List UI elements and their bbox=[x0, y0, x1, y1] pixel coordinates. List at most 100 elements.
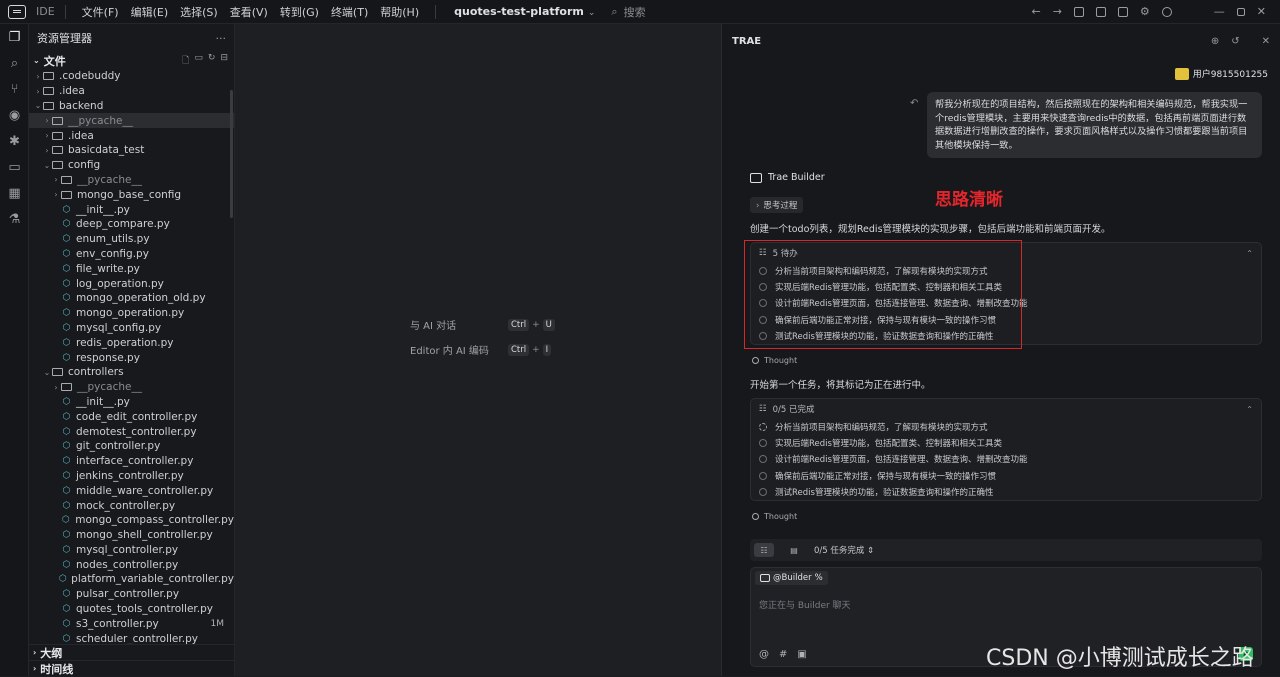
menu-bar: 文件(F) 编辑(E) 选择(S) 查看(V) 转到(G) 终端(T) 帮助(H… bbox=[76, 4, 425, 20]
search-icon[interactable]: ⌕ bbox=[0, 50, 29, 76]
menu-edit[interactable]: 编辑(E) bbox=[125, 4, 175, 20]
python-file-icon: ⬡ bbox=[62, 248, 71, 259]
tree-folder[interactable]: › basicdata_test bbox=[29, 143, 234, 158]
task-status-dropdown[interactable]: 0/5 任务完成 ⇕ bbox=[814, 544, 874, 556]
tree-folder[interactable]: ⌄ config bbox=[29, 158, 234, 173]
tree-file[interactable]: ⬡ platform_variable_controller.py bbox=[29, 572, 234, 587]
command-search[interactable]: ⌕ 搜索 bbox=[611, 4, 645, 20]
mention-icon[interactable]: @ bbox=[759, 649, 769, 660]
thinking-toggle[interactable]: › 思考过程 bbox=[750, 197, 804, 213]
tree-file[interactable]: ⬡ middle_ware_controller.py bbox=[29, 483, 234, 498]
tree-folder[interactable]: ⌄ controllers bbox=[29, 365, 234, 380]
undo-icon[interactable]: ↶ bbox=[910, 98, 918, 109]
refresh-icon[interactable]: ↻ bbox=[208, 53, 216, 69]
tree-file[interactable]: ⬡ file_write.py bbox=[29, 261, 234, 276]
tree-folder[interactable]: › __pycache__ bbox=[29, 173, 234, 188]
back-arrow-icon[interactable]: ← bbox=[1031, 5, 1040, 18]
menu-view[interactable]: 查看(V) bbox=[224, 4, 274, 20]
collapse-icon[interactable]: ⌃ bbox=[1246, 405, 1253, 414]
tree-file[interactable]: ⬡ nodes_controller.py bbox=[29, 557, 234, 572]
chevron-down-icon: ⌄ bbox=[43, 367, 51, 377]
tree-file[interactable]: ⬡ env_config.py bbox=[29, 247, 234, 262]
tree-file[interactable]: ⬡ response.py bbox=[29, 350, 234, 365]
forward-arrow-icon[interactable]: → bbox=[1053, 5, 1062, 18]
assistant-text: 开始第一个任务，将其标记为正在进行中。 bbox=[750, 380, 931, 391]
tree-file[interactable]: ⬡ deep_compare.py bbox=[29, 217, 234, 232]
account-icon[interactable] bbox=[1161, 6, 1172, 17]
tree-file[interactable]: ⬡ mysql_config.py bbox=[29, 321, 234, 336]
source-control-icon[interactable]: ⑂ bbox=[0, 76, 29, 102]
close-panel-icon[interactable]: ✕ bbox=[1262, 36, 1270, 47]
image-icon[interactable]: ▣ bbox=[797, 649, 806, 660]
tree-folder[interactable]: › __pycache__ bbox=[29, 380, 234, 395]
tree-file[interactable]: ⬡ __init__.py bbox=[29, 202, 234, 217]
collapse-icon[interactable]: ⌃ bbox=[1246, 249, 1253, 258]
maximize-icon[interactable] bbox=[1236, 7, 1245, 16]
new-chat-icon[interactable]: ⊕ bbox=[1211, 36, 1219, 47]
tree-file[interactable]: ⬡ quotes_tools_controller.py bbox=[29, 602, 234, 617]
task-list-icon[interactable]: ☷ bbox=[754, 543, 774, 557]
menu-goto[interactable]: 转到(G) bbox=[274, 4, 325, 20]
tree-file[interactable]: ⬡ pulsar_controller.py bbox=[29, 587, 234, 602]
file-tree: › .codebuddy › .idea ⌄ backend › __pycache__ › .i… bbox=[29, 69, 234, 646]
tree-file[interactable]: ⬡ redis_operation.py bbox=[29, 335, 234, 350]
python-file-icon: ⬡ bbox=[59, 574, 67, 585]
tree-file[interactable]: ⬡ enum_utils.py bbox=[29, 232, 234, 247]
toggle-secondary-sidebar-icon[interactable] bbox=[1117, 6, 1128, 17]
toggle-sidebar-icon[interactable] bbox=[1073, 6, 1084, 17]
menu-terminal[interactable]: 终端(T) bbox=[325, 4, 374, 20]
agent-tag[interactable]: @Builder % bbox=[755, 571, 828, 585]
close-window-icon[interactable]: ✕ bbox=[1257, 5, 1266, 18]
collapse-all-icon[interactable]: ⊟ bbox=[220, 53, 228, 69]
tree-file[interactable]: ⬡ log_operation.py bbox=[29, 276, 234, 291]
timeline-section-header[interactable]: › 时间线 bbox=[29, 660, 235, 676]
tree-file[interactable]: ⬡ mongo_operation_old.py bbox=[29, 291, 234, 306]
thought-label[interactable]: Thought bbox=[752, 356, 797, 365]
folder-icon bbox=[61, 383, 72, 392]
tree-file[interactable]: ⬡ s3_controller.py 1M bbox=[29, 616, 234, 631]
settings-gear-icon[interactable]: ⚙ bbox=[1140, 5, 1150, 18]
remote-monitor-icon[interactable]: ▭ bbox=[0, 154, 29, 180]
tree-file[interactable]: ⬡ __init__.py bbox=[29, 395, 234, 410]
new-folder-icon[interactable]: ▭ bbox=[194, 53, 203, 69]
tree-file[interactable]: ⬡ mongo_operation.py bbox=[29, 306, 234, 321]
tree-file[interactable]: ⬡ jenkins_controller.py bbox=[29, 469, 234, 484]
tree-folder[interactable]: › .codebuddy bbox=[29, 69, 234, 84]
menu-help[interactable]: 帮助(H) bbox=[374, 4, 425, 20]
debug-icon[interactable]: ✱ bbox=[0, 128, 29, 154]
thought-label[interactable]: Thought bbox=[752, 512, 797, 521]
tree-file[interactable]: ⬡ mongo_compass_controller.py bbox=[29, 513, 234, 528]
python-file-icon: ⬡ bbox=[62, 263, 71, 274]
minimize-icon[interactable]: — bbox=[1214, 5, 1225, 18]
tree-folder[interactable]: › .idea bbox=[29, 128, 234, 143]
outline-section-header[interactable]: › 大纲 bbox=[29, 644, 235, 660]
toggle-panel-icon[interactable] bbox=[1095, 6, 1106, 17]
testing-flask-icon[interactable]: ⚗ bbox=[0, 206, 29, 232]
tree-file[interactable]: ⬡ mock_controller.py bbox=[29, 498, 234, 513]
tree-folder[interactable]: ⌄ backend bbox=[29, 99, 234, 114]
menu-file[interactable]: 文件(F) bbox=[76, 4, 125, 20]
preview-eye-icon[interactable]: ◉ bbox=[0, 102, 29, 128]
more-actions-icon[interactable]: ··· bbox=[216, 32, 227, 45]
hashtag-icon[interactable]: # bbox=[779, 649, 787, 660]
extensions-icon[interactable]: ▦ bbox=[0, 180, 29, 206]
tree-file[interactable]: ⬡ interface_controller.py bbox=[29, 454, 234, 469]
tree-file[interactable]: ⬡ demotest_controller.py bbox=[29, 424, 234, 439]
explorer-icon[interactable]: ❐ bbox=[0, 24, 29, 50]
tree-file[interactable]: ⬡ mongo_shell_controller.py bbox=[29, 528, 234, 543]
history-icon[interactable]: ↺ bbox=[1231, 36, 1239, 47]
tree-folder[interactable]: › .idea bbox=[29, 84, 234, 99]
chevron-right-icon: › bbox=[45, 131, 49, 141]
tree-file[interactable]: ⬡ git_controller.py bbox=[29, 439, 234, 454]
tree-file[interactable]: ⬡ mysql_controller.py bbox=[29, 543, 234, 558]
explorer-scrollbar[interactable] bbox=[230, 90, 233, 218]
python-file-icon: ⬡ bbox=[62, 396, 71, 407]
new-file-icon[interactable]: 🗋 bbox=[182, 53, 189, 69]
menu-select[interactable]: 选择(S) bbox=[174, 4, 224, 20]
tree-file[interactable]: ⬡ code_edit_controller.py bbox=[29, 409, 234, 424]
project-selector[interactable]: quotes-test-platform ⌄ bbox=[454, 5, 595, 18]
tree-folder[interactable]: › mongo_base_config bbox=[29, 187, 234, 202]
file-changes-icon[interactable]: ▤ bbox=[784, 543, 804, 557]
tree-folder[interactable]: › __pycache__ bbox=[29, 113, 234, 129]
files-section-header[interactable]: ⌄ 文件 🗋 ▭ ↻ ⊟ bbox=[29, 52, 234, 69]
